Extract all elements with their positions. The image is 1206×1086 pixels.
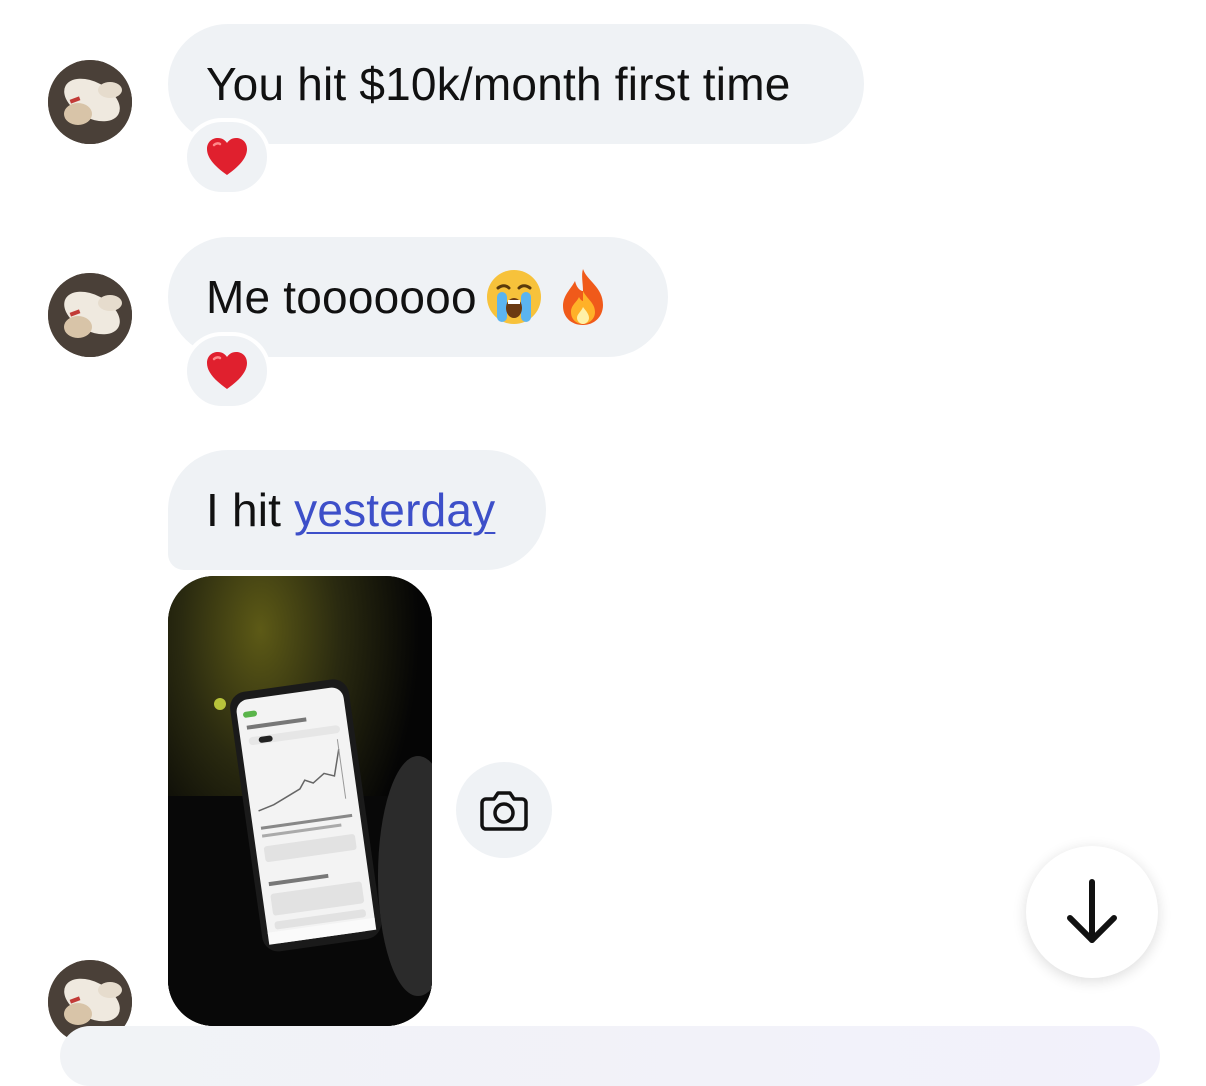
- fire-emoji: [557, 267, 609, 327]
- dog-avatar-image: [48, 273, 132, 357]
- message-reaction[interactable]: [183, 332, 271, 410]
- camera-icon: [480, 791, 528, 831]
- heart-emoji: [207, 352, 247, 389]
- message-text: I hit: [206, 484, 295, 536]
- heart-emoji: [207, 138, 247, 175]
- message-text: You hit $10k/month first time: [206, 58, 791, 110]
- dog-avatar-image: [48, 60, 132, 144]
- scroll-to-bottom-button[interactable]: [1026, 846, 1158, 978]
- message-composer[interactable]: [60, 1026, 1160, 1086]
- message-link[interactable]: yesterday: [294, 483, 495, 537]
- arrow-down-icon: [1067, 879, 1117, 943]
- photo-attachment[interactable]: [168, 576, 432, 1026]
- contact-avatar[interactable]: [48, 273, 132, 357]
- camera-button[interactable]: [456, 762, 552, 858]
- message-text: Me tooooooo: [206, 271, 477, 323]
- phone-screenshot-photo: [168, 576, 432, 1026]
- message-bubble[interactable]: I hit yesterday: [168, 450, 546, 570]
- message-reaction[interactable]: [183, 118, 271, 196]
- contact-avatar[interactable]: [48, 60, 132, 144]
- message-bubble[interactable]: You hit $10k/month first time: [168, 24, 864, 144]
- crying-face-emoji: [485, 268, 543, 326]
